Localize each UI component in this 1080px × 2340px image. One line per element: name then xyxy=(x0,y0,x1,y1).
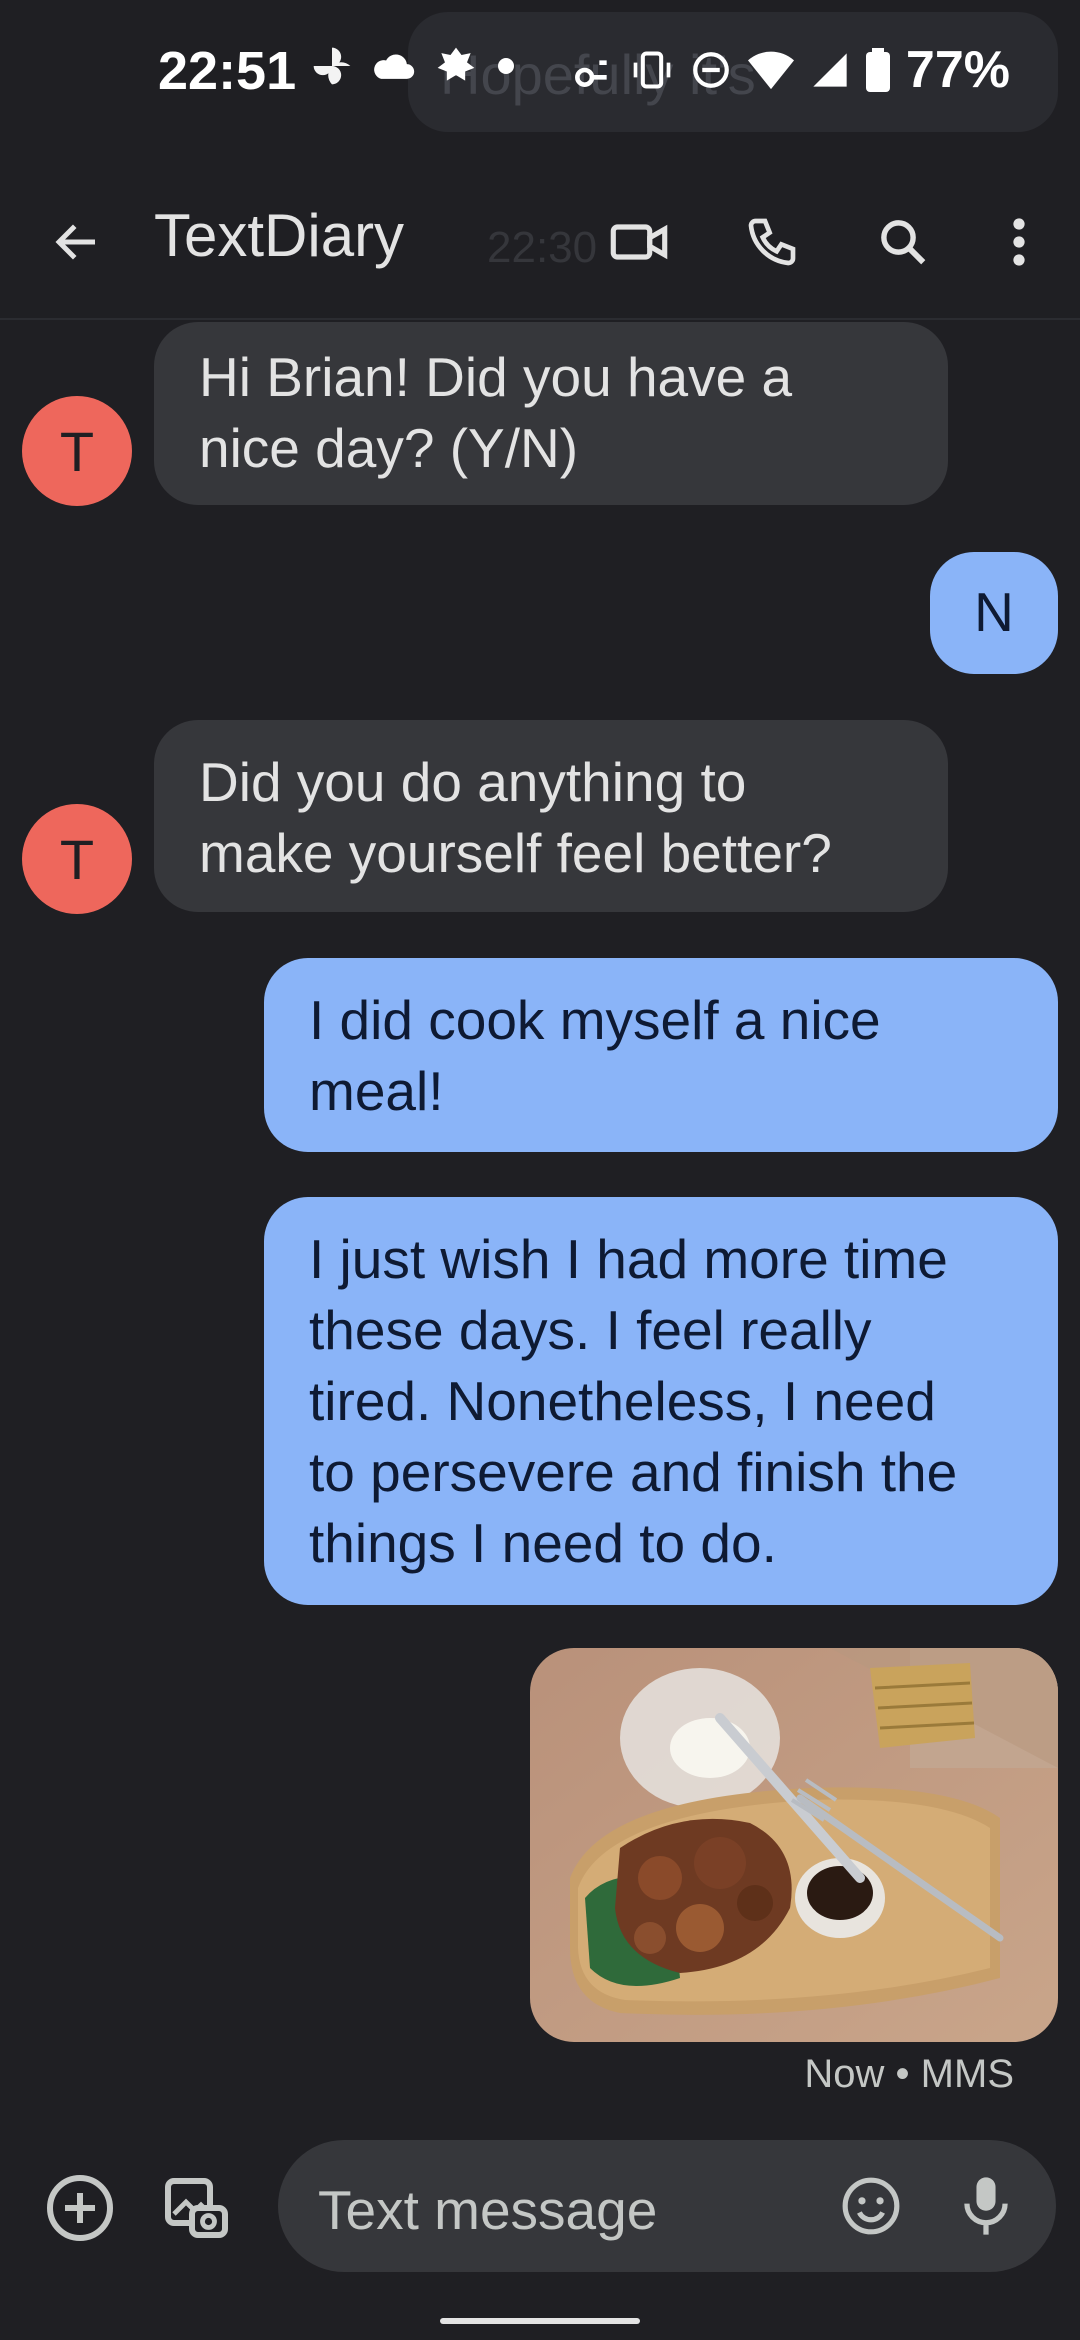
more-vert-icon[interactable] xyxy=(982,205,1056,279)
home-indicator[interactable] xyxy=(440,2318,640,2324)
avatar[interactable]: T xyxy=(22,396,132,506)
message-status: Now • MMS xyxy=(804,2052,1014,2096)
status-left-icons xyxy=(310,44,516,88)
data-saver-icon xyxy=(570,48,614,92)
message-input-placeholder: Text message xyxy=(318,2179,658,2241)
battery-level: 77% xyxy=(905,41,1010,99)
message-bubble-incoming[interactable]: Did you do anything to make yourself fee… xyxy=(154,720,948,912)
message-bubble-outgoing[interactable]: I did cook myself a nice meal! xyxy=(264,958,1058,1152)
message-line: things I need to do. xyxy=(309,1512,777,1574)
dot-icon xyxy=(496,56,516,76)
status-bar: Hopefully it's 22:51 77% xyxy=(0,0,1080,150)
ghost-timestamp: 22:30 xyxy=(487,223,598,272)
vibrate-icon xyxy=(630,48,674,92)
signal-icon xyxy=(810,50,850,90)
message-line: meal! xyxy=(309,1060,444,1122)
status-right-icons: 77% xyxy=(570,40,1010,100)
message-bubble-incoming[interactable]: Hi Brian! Did you have a nice day? (Y/N) xyxy=(154,322,948,505)
pinwheel-icon xyxy=(310,44,354,88)
conversation-title[interactable]: TextDiary xyxy=(154,201,404,270)
cloud-icon xyxy=(372,48,416,84)
add-icon[interactable] xyxy=(40,2168,120,2248)
avatar[interactable]: T xyxy=(22,804,132,914)
message-line: make yourself feel better? xyxy=(199,822,832,884)
message-line: I did cook myself a nice xyxy=(309,989,881,1051)
battery-icon xyxy=(865,48,890,92)
leaf-icon xyxy=(434,44,478,88)
message-bubble-outgoing[interactable]: N xyxy=(930,552,1058,674)
message-line: Hi Brian! Did you have a xyxy=(199,346,793,408)
do-not-disturb-icon xyxy=(690,49,732,91)
app-bar: TextDiary 22:30 xyxy=(0,165,1080,320)
mic-icon[interactable] xyxy=(948,2168,1024,2244)
wifi-icon xyxy=(747,50,794,90)
video-call-icon[interactable] xyxy=(602,205,676,279)
arrow-back-icon[interactable] xyxy=(40,205,114,279)
message-line: these days. I feel really xyxy=(309,1299,872,1361)
message-input[interactable]: Text message xyxy=(278,2140,1056,2272)
message-image[interactable] xyxy=(530,1648,1058,2042)
message-line: tired. Nonetheless, I need xyxy=(309,1370,936,1432)
emoji-icon[interactable] xyxy=(833,2168,909,2244)
message-line: nice day? (Y/N) xyxy=(199,417,579,479)
message-line: N xyxy=(974,581,1014,643)
phone-icon[interactable] xyxy=(735,205,809,279)
search-icon[interactable] xyxy=(866,205,940,279)
gallery-icon[interactable] xyxy=(155,2168,235,2248)
message-bubble-outgoing[interactable]: I just wish I had more time these days. … xyxy=(264,1197,1058,1605)
message-line: to persevere and finish the xyxy=(309,1441,958,1503)
app-bar-divider xyxy=(0,318,1080,320)
status-time: 22:51 xyxy=(158,41,297,101)
message-line: Did you do anything to xyxy=(199,751,747,813)
message-line: I just wish I had more time xyxy=(309,1228,948,1290)
